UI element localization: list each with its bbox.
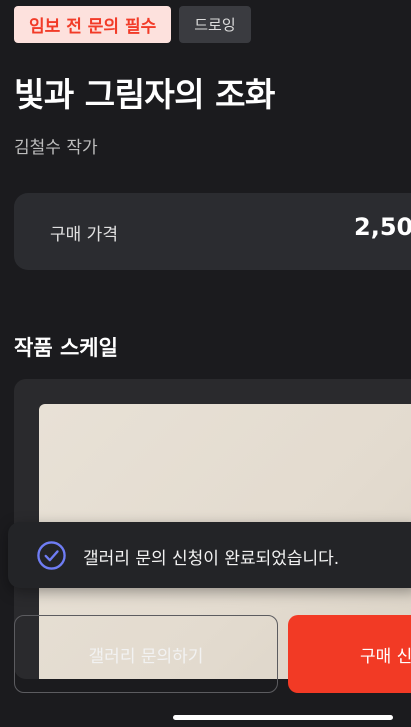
toast-message: 갤러리 문의 신청이 완료되었습니다. [83,549,340,569]
price-label: 구매 가격 [50,225,118,245]
inquiry-required-tag: 임보 전 문의 필수 [14,6,172,43]
check-circle-icon [37,541,66,570]
artwork-title: 빛과 그림자의 조화 [14,75,275,114]
category-tag: 드로잉 [179,6,251,43]
artwork-detail-screen: 임보 전 문의 필수 드로잉 빛과 그림자의 조화 김철수 작가 구매 가격 2… [0,0,411,727]
tag-row: 임보 전 문의 필수 드로잉 [14,6,251,43]
home-indicator [173,715,393,720]
toast-notification: 갤러리 문의 신청이 완료되었습니다. [8,522,411,588]
price-value: 2,50 [354,213,411,241]
gallery-inquiry-button[interactable]: 갤러리 문의하기 [14,615,278,693]
price-card: 구매 가격 2,50 [14,193,411,270]
artist-name: 김철수 작가 [14,138,98,158]
buy-button[interactable]: 구매 신 [288,615,411,693]
scale-section-title: 작품 스케일 [14,336,118,360]
